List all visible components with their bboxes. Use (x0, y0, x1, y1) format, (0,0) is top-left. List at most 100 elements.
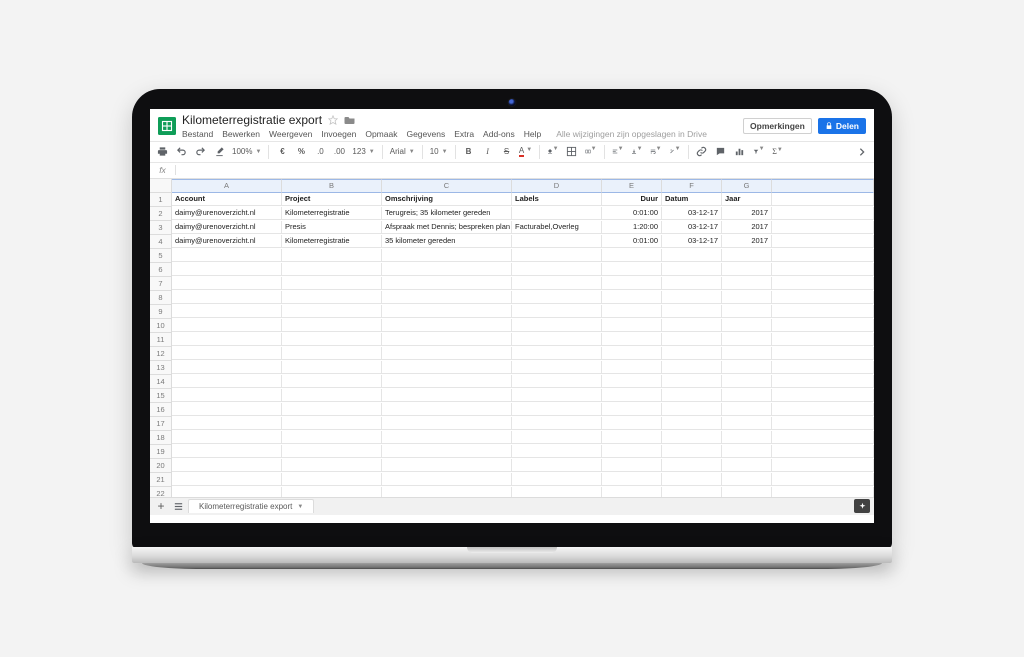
cell[interactable] (772, 291, 874, 304)
cell[interactable] (602, 375, 662, 388)
print-icon[interactable] (156, 146, 168, 157)
cell[interactable] (602, 473, 662, 486)
merge-icon[interactable]: ▼ (585, 146, 597, 157)
cell[interactable] (772, 361, 874, 374)
cell[interactable] (282, 445, 382, 458)
valign-icon[interactable]: ▼ (631, 146, 643, 157)
folder-icon[interactable] (344, 115, 356, 125)
cell[interactable] (512, 291, 602, 304)
col-header-rest[interactable] (772, 179, 874, 193)
cell[interactable] (382, 473, 512, 486)
menu-addons[interactable]: Add-ons (483, 129, 515, 139)
col-header-a[interactable]: A (172, 179, 282, 193)
row-header[interactable]: 12 (150, 347, 172, 361)
cell[interactable] (722, 347, 772, 360)
row-header[interactable]: 8 (150, 291, 172, 305)
cell[interactable] (662, 403, 722, 416)
cell[interactable] (282, 487, 382, 497)
cell[interactable] (602, 249, 662, 262)
cell[interactable] (282, 459, 382, 472)
cell[interactable] (512, 487, 602, 497)
menu-opmaak[interactable]: Opmaak (365, 129, 397, 139)
share-button[interactable]: Delen (818, 118, 866, 134)
cell[interactable] (512, 319, 602, 332)
cell[interactable] (172, 277, 282, 290)
zoom-select[interactable]: 100%▼ (232, 147, 261, 156)
cell[interactable] (722, 445, 772, 458)
text-color-icon[interactable]: A▼ (520, 147, 532, 157)
cell[interactable] (722, 361, 772, 374)
cell[interactable] (512, 375, 602, 388)
cell[interactable] (602, 347, 662, 360)
cell[interactable] (172, 319, 282, 332)
cell[interactable] (172, 333, 282, 346)
cell[interactable] (602, 417, 662, 430)
cell[interactable] (662, 277, 722, 290)
cell[interactable] (772, 403, 874, 416)
cell[interactable]: 0:01:00 (602, 207, 662, 220)
cell[interactable]: daimy@urenoverzicht.nl (172, 207, 282, 220)
cell[interactable] (512, 207, 602, 220)
cell[interactable]: Jaar (722, 193, 772, 206)
cell[interactable] (772, 347, 874, 360)
spreadsheet-grid[interactable]: A B C D E F G 1AccountProjectOmschrijvin… (150, 179, 874, 497)
cell[interactable]: Terugreis; 35 kilometer gereden (382, 207, 512, 220)
cell[interactable] (602, 389, 662, 402)
cell[interactable] (172, 263, 282, 276)
halign-icon[interactable]: ▼ (612, 146, 624, 157)
cell[interactable]: Presis (282, 221, 382, 234)
cell[interactable] (382, 347, 512, 360)
row-header[interactable]: 14 (150, 375, 172, 389)
cell[interactable] (382, 277, 512, 290)
toolbar-overflow-icon[interactable] (856, 147, 868, 157)
cell[interactable] (382, 417, 512, 430)
cell[interactable] (662, 459, 722, 472)
menu-bewerken[interactable]: Bewerken (222, 129, 260, 139)
cell[interactable] (172, 291, 282, 304)
cell[interactable] (172, 375, 282, 388)
cell[interactable] (282, 389, 382, 402)
cell[interactable] (282, 375, 382, 388)
redo-icon[interactable] (194, 146, 206, 157)
cell[interactable] (722, 389, 772, 402)
cell[interactable]: Facturabel,Overleg (512, 221, 602, 234)
cell[interactable] (382, 263, 512, 276)
cell[interactable] (772, 221, 874, 234)
cell[interactable] (662, 473, 722, 486)
sheet-tab[interactable]: Kilometerregistratie export ▼ (188, 499, 314, 513)
cell[interactable] (382, 445, 512, 458)
cell[interactable] (772, 249, 874, 262)
cell[interactable] (662, 431, 722, 444)
col-header-f[interactable]: F (662, 179, 722, 193)
cell[interactable] (662, 319, 722, 332)
cell[interactable] (662, 361, 722, 374)
comments-button[interactable]: Opmerkingen (743, 118, 812, 134)
comment-icon[interactable] (715, 146, 727, 157)
cell[interactable] (282, 263, 382, 276)
cell[interactable] (772, 207, 874, 220)
chart-icon[interactable] (734, 146, 746, 157)
cell[interactable] (772, 193, 874, 206)
cell[interactable] (662, 291, 722, 304)
cell[interactable]: Afspraak met Dennis; bespreken plan (382, 221, 512, 234)
cell[interactable] (512, 333, 602, 346)
cell[interactable] (772, 305, 874, 318)
cell[interactable] (772, 235, 874, 248)
cell[interactable] (772, 277, 874, 290)
cell[interactable] (602, 333, 662, 346)
cell[interactable] (382, 361, 512, 374)
cell[interactable] (382, 459, 512, 472)
cell[interactable] (772, 389, 874, 402)
cell[interactable] (722, 249, 772, 262)
cell[interactable] (282, 473, 382, 486)
cell[interactable] (172, 403, 282, 416)
cell[interactable]: daimy@urenoverzicht.nl (172, 235, 282, 248)
cell[interactable] (602, 431, 662, 444)
cell[interactable] (512, 347, 602, 360)
row-header[interactable]: 15 (150, 389, 172, 403)
cell[interactable] (282, 277, 382, 290)
cell[interactable] (772, 319, 874, 332)
cell[interactable] (282, 417, 382, 430)
cell[interactable] (382, 375, 512, 388)
percent-icon[interactable]: % (295, 147, 307, 156)
